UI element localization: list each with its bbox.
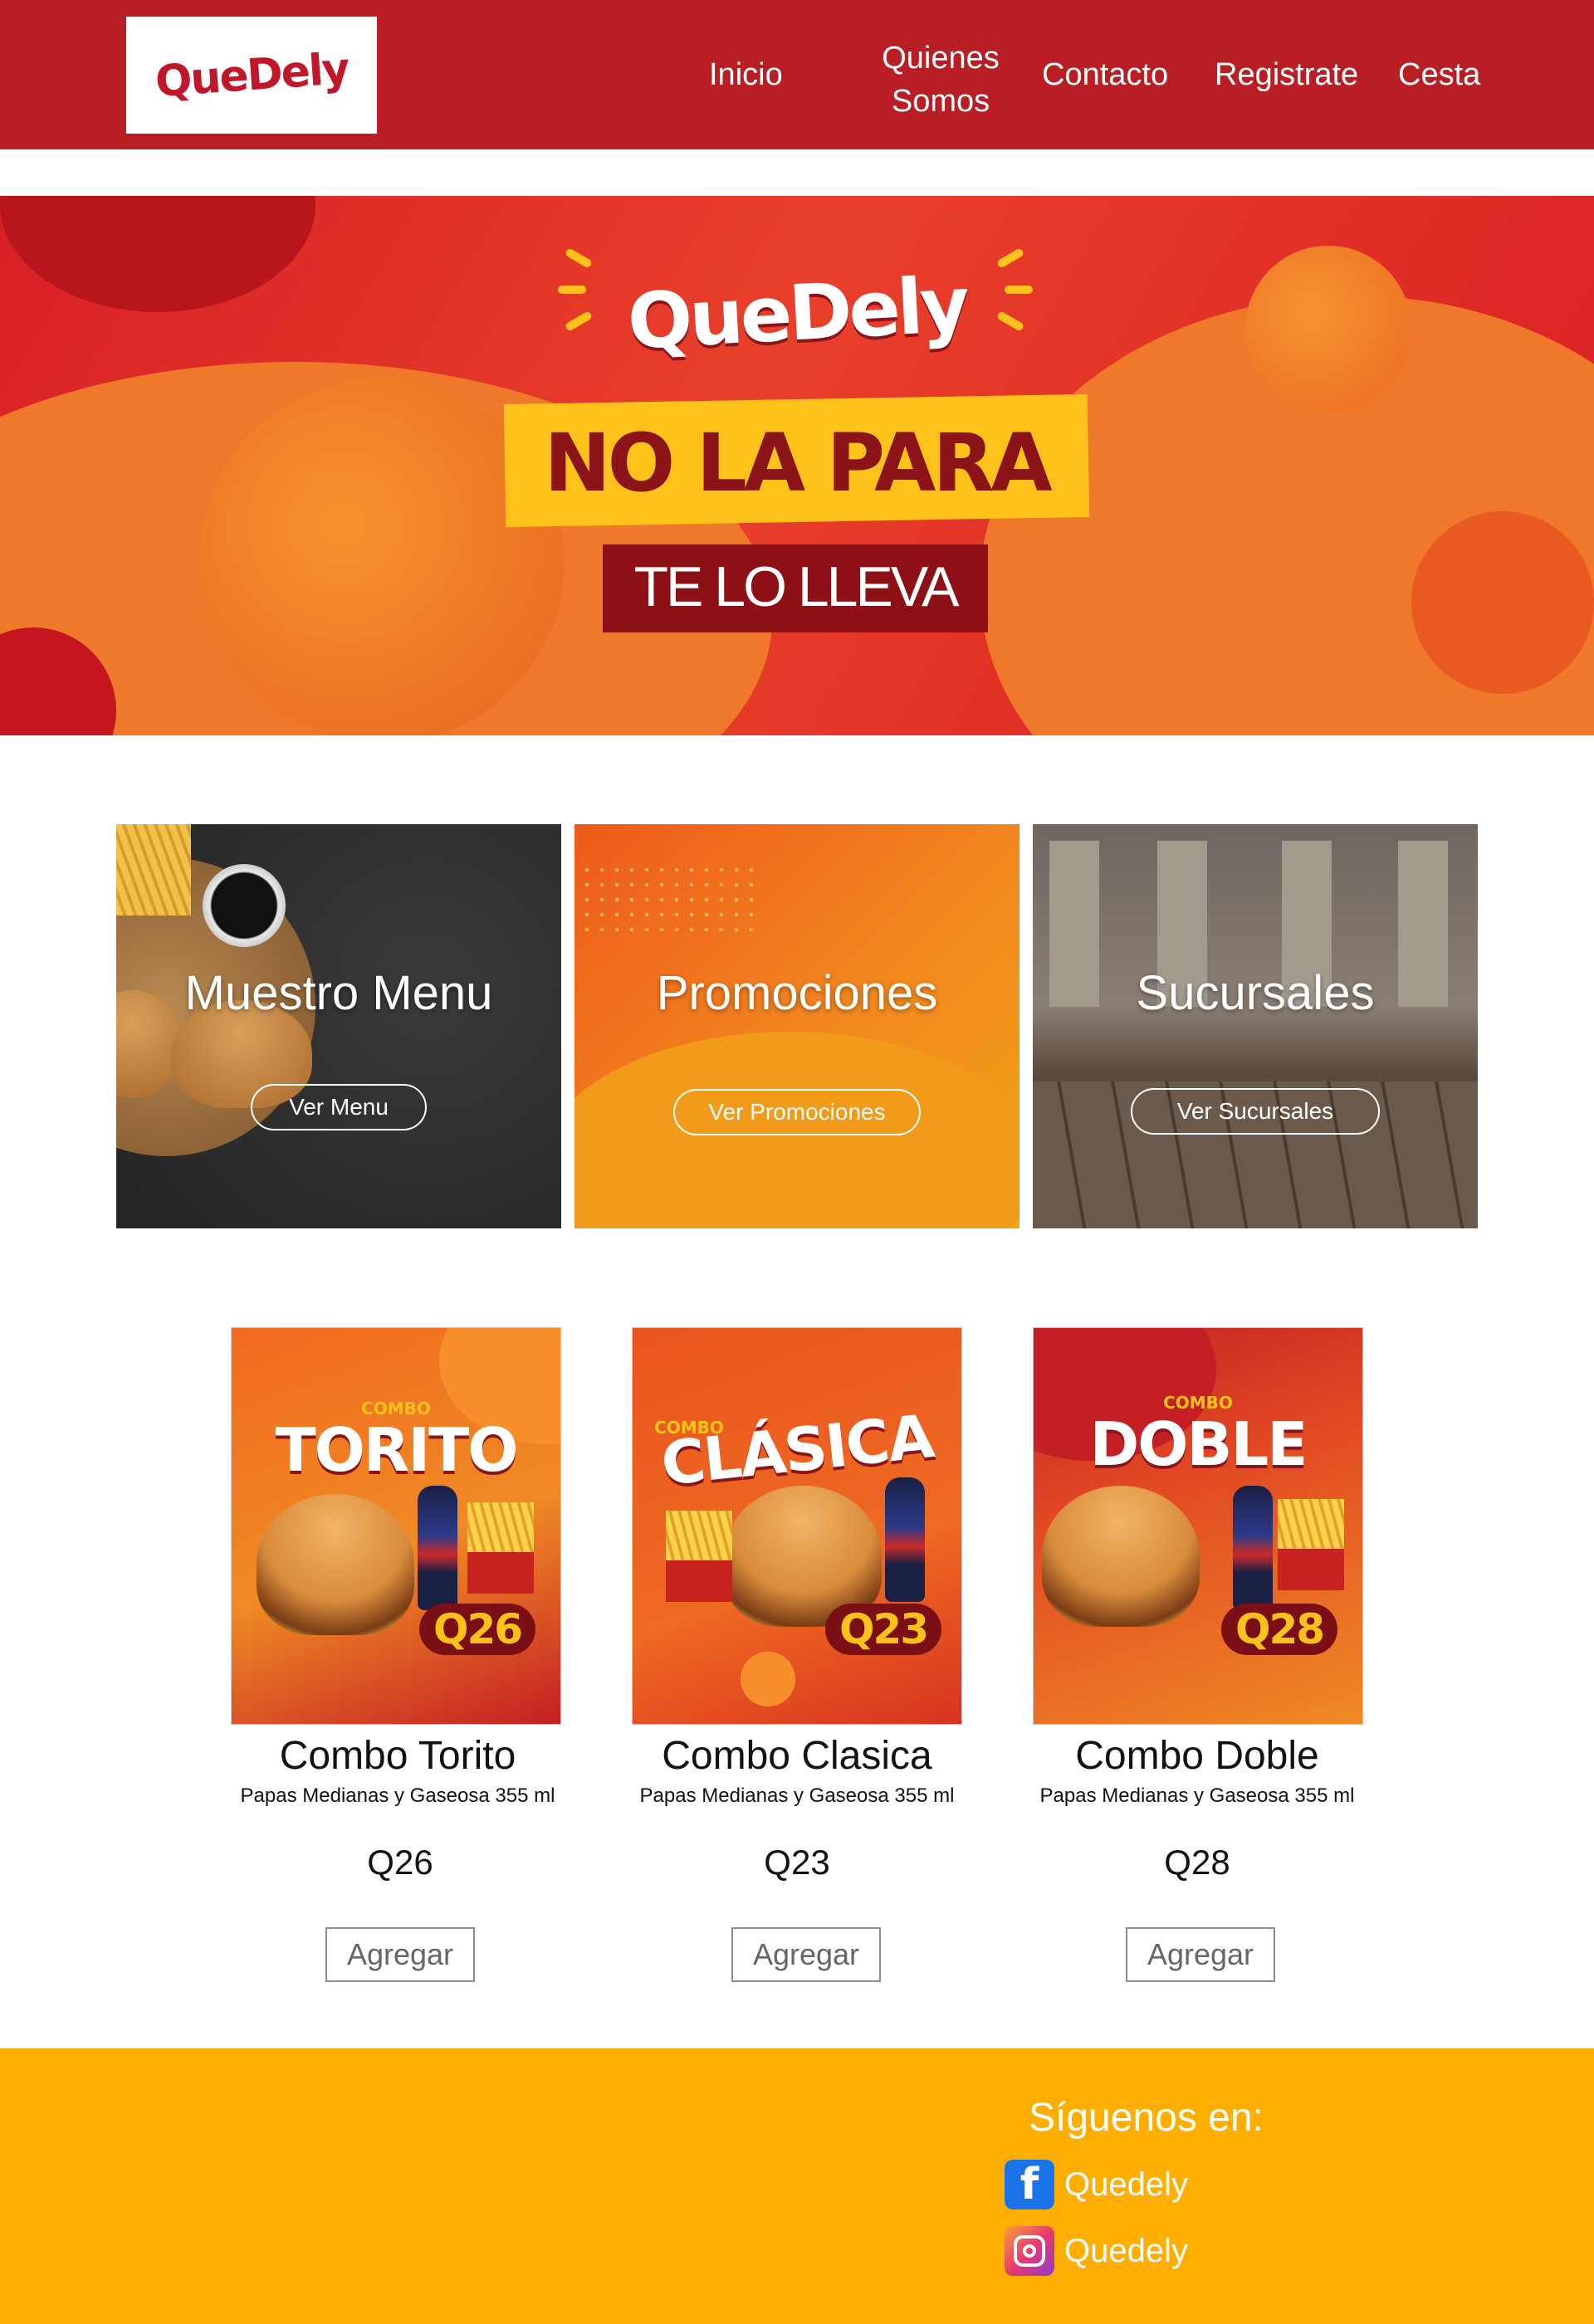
burger-image bbox=[257, 1494, 414, 1635]
category-card-promociones: Promociones Ver Promociones bbox=[575, 824, 1019, 1228]
facebook-label: Quedely bbox=[1064, 2165, 1188, 2203]
hero-headline: NO LA PARA bbox=[544, 417, 1052, 510]
category-card-sucursales: Sucursales Ver Sucursales bbox=[1033, 824, 1478, 1228]
product-image-title: TORITO bbox=[275, 1415, 519, 1485]
ver-sucursales-button[interactable]: Ver Sucursales bbox=[1131, 1088, 1380, 1135]
agregar-button[interactable]: Agregar bbox=[1126, 1927, 1275, 1982]
product-decor-circle bbox=[741, 1652, 795, 1706]
ver-promociones-button[interactable]: Ver Promociones bbox=[673, 1089, 921, 1135]
product-name: Combo Torito bbox=[279, 1734, 516, 1778]
soda-bottle-image bbox=[418, 1486, 457, 1610]
instagram-icon bbox=[1005, 2226, 1054, 2276]
ver-menu-button[interactable]: Ver Menu bbox=[251, 1084, 427, 1130]
hero-decor-circle bbox=[1411, 511, 1594, 694]
follow-us-title: Síguenos en: bbox=[1029, 2096, 1264, 2140]
product-price: Q28 bbox=[1164, 1843, 1230, 1882]
nav-quienes-somos[interactable]: Quienes Somos bbox=[880, 37, 1001, 123]
nav-cesta[interactable]: Cesta bbox=[1398, 53, 1480, 96]
product-image-price: Q28 bbox=[1221, 1604, 1337, 1655]
fries-image bbox=[1278, 1499, 1344, 1590]
product-image-title: DOBLE bbox=[1089, 1409, 1308, 1479]
site-header: QueDely Inicio Quienes Somos Contacto Re… bbox=[0, 0, 1594, 149]
instagram-link[interactable]: Quedely bbox=[1005, 2224, 1188, 2278]
fries-image bbox=[666, 1511, 732, 1602]
product-image-clasica: COMBO CLÁSICA Q23 bbox=[632, 1327, 962, 1725]
category-title: Sucursales bbox=[1136, 966, 1375, 1020]
product-description: Papas Medianas y Gaseosa 355 ml bbox=[639, 1784, 955, 1807]
fries-image bbox=[467, 1502, 534, 1594]
instagram-icon-frame bbox=[1014, 2235, 1045, 2267]
agregar-button[interactable]: Agregar bbox=[325, 1927, 475, 1982]
product-price: Q23 bbox=[764, 1843, 830, 1882]
product-price: Q26 bbox=[367, 1843, 433, 1882]
logo-text: QueDely bbox=[153, 43, 350, 107]
product-description: Papas Medianas y Gaseosa 355 ml bbox=[240, 1784, 555, 1807]
category-title: Muestro Menu bbox=[184, 966, 493, 1020]
fries-image bbox=[116, 824, 191, 915]
product-name: Combo Doble bbox=[1075, 1734, 1319, 1778]
soda-bottle-image bbox=[885, 1477, 925, 1602]
hero-subline: TE LO LLEVA bbox=[633, 555, 959, 618]
product-image-doble: COMBO DOBLE Q28 bbox=[1033, 1327, 1363, 1725]
agregar-button[interactable]: Agregar bbox=[731, 1927, 881, 1982]
hero-banner: QueDely NO LA PARA TE LO LLEVA bbox=[0, 196, 1594, 735]
instagram-icon-lens bbox=[1023, 2244, 1036, 2258]
site-logo[interactable]: QueDely bbox=[126, 17, 377, 134]
nav-inicio[interactable]: Inicio bbox=[709, 53, 783, 96]
product-name: Combo Clasica bbox=[662, 1734, 932, 1778]
product-description: Papas Medianas y Gaseosa 355 ml bbox=[1039, 1784, 1355, 1807]
category-card-menu: Muestro Menu Ver Menu bbox=[116, 824, 561, 1228]
drink-cup-image bbox=[203, 864, 286, 947]
nav-registrate[interactable]: Registrate bbox=[1215, 53, 1358, 96]
instagram-label: Quedely bbox=[1064, 2232, 1188, 2269]
category-title: Promociones bbox=[656, 966, 938, 1020]
soda-bottle-image bbox=[1233, 1486, 1273, 1610]
nav-contacto[interactable]: Contacto bbox=[1042, 53, 1168, 96]
product-image-torito: COMBO TORITO Q26 bbox=[231, 1327, 561, 1725]
hero-spark bbox=[564, 247, 594, 269]
facebook-icon: f bbox=[1005, 2160, 1054, 2209]
burger-image bbox=[1042, 1486, 1200, 1627]
product-image-price: Q23 bbox=[825, 1604, 941, 1655]
site-footer: Síguenos en: f Quedely Quedely bbox=[0, 2048, 1594, 2324]
hero-decor-blob bbox=[0, 196, 315, 312]
facebook-link[interactable]: f Quedely bbox=[1005, 2158, 1188, 2211]
promo-dot-pattern bbox=[579, 862, 754, 937]
product-image-price: Q26 bbox=[419, 1604, 535, 1655]
